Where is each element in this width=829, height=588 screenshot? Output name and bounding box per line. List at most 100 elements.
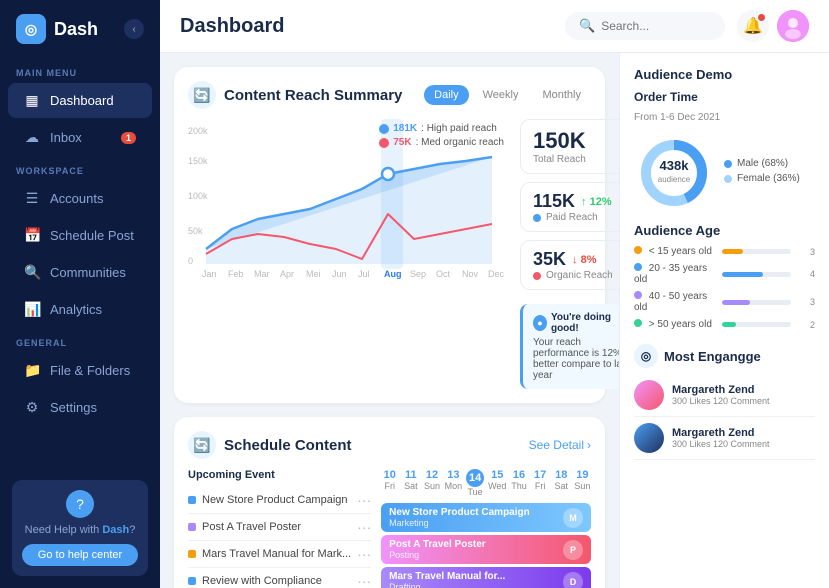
cal-day-3[interactable]: 13 Mon <box>445 469 463 497</box>
tab-monthly[interactable]: Monthly <box>532 85 591 105</box>
legend-med-value: 75K <box>393 137 411 148</box>
tab-daily[interactable]: Daily <box>424 85 468 105</box>
cal-day-5[interactable]: 15 Wed <box>488 469 506 497</box>
calendar-strip: 10 Fri 11 Sat 12 Sun <box>381 469 591 588</box>
total-reach-stat: 150K Total Reach <box>520 119 619 174</box>
age-track-1 <box>722 272 791 277</box>
age-row-2: 40 - 50 years old 3 <box>634 291 815 313</box>
legend-med-label: : Med organic reach <box>416 137 504 148</box>
event-menu-0[interactable]: ··· <box>357 492 371 508</box>
engaged-name-1: Margareth Zend <box>672 427 815 439</box>
sidebar-item-inbox[interactable]: ☁ Inbox 1 <box>8 120 152 155</box>
sidebar-item-schedule-post[interactable]: 📅 Schedule Post <box>8 218 152 253</box>
sidebar: ◎ Dash ‹ MAIN MENU ▦ Dashboard ☁ Inbox 1… <box>0 0 160 588</box>
cal-day-9[interactable]: 19 Sun <box>574 469 591 497</box>
age-val-0: 3 <box>799 247 815 257</box>
engaged-stats-1: 300 Likes 120 Comment <box>672 439 815 449</box>
cal-day-0[interactable]: 10 Fri <box>381 469 398 497</box>
cal-day-today[interactable]: 14 Tue <box>466 469 484 497</box>
organic-reach-value: 35K <box>533 249 566 270</box>
svg-text:Apr: Apr <box>280 269 294 279</box>
sidebar-item-accounts[interactable]: ☰ Accounts <box>8 181 152 216</box>
donut-container: 438k audience Male (68%) Female (36%) <box>634 133 815 213</box>
chart-area: 200k 150k 100k 50k 0 <box>188 119 591 389</box>
cal-events: New Store Product Campaign Marketing M P… <box>381 503 591 588</box>
tab-group: Daily Weekly Monthly <box>424 85 591 105</box>
help-center-btn[interactable]: Go to help center <box>22 544 138 566</box>
cal-day-6[interactable]: 16 Thu <box>510 469 527 497</box>
age-row-0: < 15 years old 3 <box>634 246 815 257</box>
audience-demo-title: Audience Demo <box>634 67 815 82</box>
event-menu-1[interactable]: ··· <box>357 519 371 535</box>
see-detail-btn[interactable]: See Detail › <box>529 438 591 452</box>
sidebar-item-dashboard[interactable]: ▦ Dashboard <box>8 83 152 118</box>
avatar <box>777 10 809 42</box>
male-dot <box>724 160 732 168</box>
search-icon: 🔍 <box>579 18 595 34</box>
audience-age-title: Audience Age <box>634 223 815 238</box>
cal-day-1[interactable]: 11 Sat <box>402 469 419 497</box>
sidebar-item-analytics[interactable]: 📊 Analytics <box>8 292 152 327</box>
svg-text:Aug: Aug <box>384 269 402 279</box>
schedule-content: Upcoming Event New Store Product Campaig… <box>188 469 591 588</box>
sidebar-logo: ◎ <box>16 14 46 44</box>
page-title: Dashboard <box>180 15 553 38</box>
sidebar-item-communities[interactable]: 🔍 Communities <box>8 255 152 290</box>
age-val-1: 4 <box>799 269 815 279</box>
sidebar-collapse-btn[interactable]: ‹ <box>124 19 144 39</box>
reach-header: 🔄 Content Reach Summary Daily Weekly Mon… <box>188 81 591 109</box>
engaged-name-0: Margareth Zend <box>672 384 815 396</box>
age-track-2 <box>722 300 791 305</box>
dashboard-icon: ▦ <box>24 92 40 109</box>
content-reach-card: 🔄 Content Reach Summary Daily Weekly Mon… <box>174 67 605 403</box>
total-reach-label: Total Reach <box>533 154 619 165</box>
event-dot-0 <box>188 496 196 504</box>
sidebar-item-settings[interactable]: ⚙ Settings <box>8 390 152 425</box>
svg-text:Mei: Mei <box>306 269 321 279</box>
cal-event-0-avatar: M <box>563 508 583 528</box>
cal-event-0-sub: Marketing <box>389 518 557 528</box>
tab-weekly[interactable]: Weekly <box>473 85 529 105</box>
svg-text:438k: 438k <box>660 158 690 173</box>
cal-day-7[interactable]: 17 Fri <box>532 469 549 497</box>
svg-text:Jan: Jan <box>202 269 217 279</box>
calendar-days: 10 Fri 11 Sat 12 Sun <box>381 469 591 497</box>
cal-event-1-name: Post A Travel Poster <box>389 539 557 550</box>
engaged-avatar-0 <box>634 380 664 410</box>
donut-labels: Male (68%) Female (36%) <box>724 158 800 188</box>
age-row-1: 20 - 35 years old 4 <box>634 263 815 285</box>
female-dot <box>724 175 732 183</box>
cal-event-2-avatar: D <box>563 572 583 588</box>
sidebar-bottom: ? Need Help with Dash? Go to help center <box>0 468 160 588</box>
cal-day-2[interactable]: 12 Sun <box>423 469 440 497</box>
svg-text:Dec: Dec <box>488 269 505 279</box>
workspace-label: WORKSPACE <box>0 156 160 180</box>
schedule-title: Schedule Content <box>224 437 521 454</box>
sidebar-item-files[interactable]: 📁 File & Folders <box>8 353 152 388</box>
svg-text:Jun: Jun <box>332 269 347 279</box>
cal-day-8[interactable]: 18 Sat <box>553 469 570 497</box>
age-track-3 <box>722 322 791 327</box>
paid-reach-change: ↑ 12% <box>581 196 612 208</box>
age-label-2: 40 - 50 years old <box>634 291 714 313</box>
doily-good-text: You're doing good! <box>551 312 619 334</box>
doily-note: ● You're doing good! Your reach performa… <box>520 304 619 389</box>
search-bar[interactable]: 🔍 <box>565 12 725 40</box>
event-menu-2[interactable]: ··· <box>357 546 371 562</box>
general-label: GENERAL <box>0 328 160 352</box>
files-icon: 📁 <box>24 362 40 379</box>
age-val-2: 3 <box>799 297 815 307</box>
search-input[interactable] <box>601 19 721 33</box>
svg-text:100k: 100k <box>188 191 208 201</box>
notification-btn[interactable]: 🔔 <box>737 10 769 42</box>
reach-icon: 🔄 <box>188 81 216 109</box>
male-label: Male (68%) <box>724 158 800 169</box>
chart-container: 200k 150k 100k 50k 0 <box>188 119 508 389</box>
svg-text:150k: 150k <box>188 156 208 166</box>
schedule-header: 🔄 Schedule Content See Detail › <box>188 431 591 459</box>
cal-event-2-name: Mars Travel Manual for... <box>389 571 557 582</box>
event-menu-3[interactable]: ··· <box>357 573 371 588</box>
header-icons: 🔔 <box>737 10 809 42</box>
event-item-2: Mars Travel Manual for Mark... ··· <box>188 541 371 568</box>
svg-text:Feb: Feb <box>228 269 244 279</box>
